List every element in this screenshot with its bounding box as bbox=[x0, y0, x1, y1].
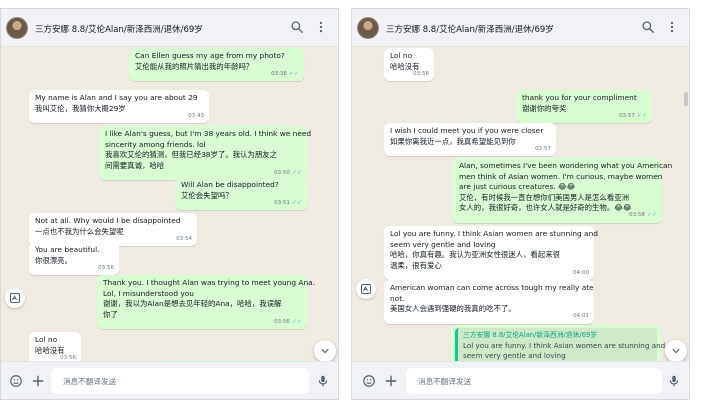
chat-panel-left: 三方安娜 8.8/艾伦Alan/新泽西洲/退休/69岁 Can Ellen gu… bbox=[0, 8, 339, 400]
kebab-menu-icon[interactable] bbox=[314, 20, 328, 34]
message-time: 03:54 bbox=[176, 235, 192, 242]
message-text: 谢谢，我以为Alan是想去见年轻的Ana，哈哈，我误解 bbox=[103, 299, 282, 308]
translate-icon bbox=[361, 284, 371, 294]
message-bubble[interactable]: thank you for your compliment 谢谢你的夸奖 03:… bbox=[516, 90, 652, 123]
translate-icon bbox=[10, 293, 20, 303]
translate-button[interactable] bbox=[356, 279, 376, 299]
message-text: American woman can come across tough my … bbox=[390, 283, 594, 292]
message-bubble[interactable]: Thank you. I thought Alan was trying to … bbox=[97, 275, 316, 329]
message-text: 间需要真诚，哈哈 bbox=[105, 160, 165, 170]
scroll-down-button[interactable] bbox=[314, 340, 336, 362]
emoji-icon[interactable] bbox=[362, 374, 376, 388]
message-bubble[interactable]: You are beautiful. 你很漂亮。 03:56 bbox=[29, 242, 119, 275]
chat-panel-right: 三方安娜 8.8/艾伦Alan/新泽西洲/退休/69岁 Lol no 哈哈没有 … bbox=[351, 8, 690, 400]
message-text: I like Alan's guess, but I'm 38 years ol… bbox=[105, 129, 312, 138]
contact-avatar[interactable] bbox=[357, 17, 379, 39]
message-text: Will Alan be disappointed? bbox=[181, 180, 279, 189]
contact-name[interactable]: 三方安娜 8.8/艾伦Alan/新泽西洲/退休/69岁 bbox=[35, 23, 203, 35]
quoted-text: Lol you are funny. I think Asian women a… bbox=[463, 340, 666, 350]
read-ticks-icon: ✓✓ bbox=[291, 317, 302, 325]
plus-icon[interactable] bbox=[384, 374, 398, 388]
message-text: My name is Alan and I say you are about … bbox=[35, 93, 198, 102]
microphone-icon[interactable] bbox=[667, 374, 681, 388]
read-ticks-icon: ✓✓ bbox=[636, 111, 647, 119]
chevron-down-icon bbox=[672, 348, 680, 354]
message-time: 03:57 ✓✓ bbox=[619, 111, 647, 119]
read-ticks-icon: ✓✓ bbox=[291, 198, 302, 206]
chat-header: 三方安娜 8.8/艾伦Alan/新泽西洲/退休/69岁 bbox=[352, 9, 689, 47]
composer-bar bbox=[1, 361, 338, 399]
message-text: Can Ellen guess my age from my photo? bbox=[135, 51, 285, 60]
message-time: 03:56 bbox=[413, 70, 429, 77]
message-text: Lol no bbox=[390, 51, 413, 60]
microphone-icon[interactable] bbox=[316, 374, 330, 388]
message-time: 03:56 ✓✓ bbox=[274, 317, 302, 325]
message-bubble[interactable]: My name is Alan and I say you are about … bbox=[29, 90, 209, 123]
composer-bar bbox=[352, 361, 689, 399]
message-input[interactable] bbox=[406, 368, 662, 394]
message-bubble[interactable]: Lol no 哈哈没有 03:56 bbox=[384, 48, 434, 81]
quoted-text: seem very gentle and loving bbox=[463, 351, 566, 360]
search-icon[interactable] bbox=[290, 20, 304, 34]
read-ticks-icon: ✓✓ bbox=[288, 69, 299, 77]
message-bubble[interactable]: Alan, sometimes I've been wondering what… bbox=[453, 158, 673, 223]
message-bubble[interactable]: Lol you are funny. I think Asian women a… bbox=[384, 226, 598, 280]
message-list[interactable]: Can Ellen guess my age from my photo? 艾伦… bbox=[1, 48, 338, 372]
read-ticks-icon: ✓✓ bbox=[291, 168, 302, 176]
message-text: Thank you. I thought Alan was trying to … bbox=[103, 278, 316, 287]
plus-icon[interactable] bbox=[31, 374, 45, 388]
message-text: 女人的，我很好奇，也许女人就是好奇的生物。😂😂 bbox=[459, 203, 632, 212]
message-text: Lol no bbox=[35, 335, 58, 344]
message-time: 04:01 bbox=[573, 313, 589, 319]
message-text: 美国女人会遇到强硬的我真的吃不了。 bbox=[390, 304, 516, 313]
message-time: 03:43 bbox=[188, 112, 204, 119]
message-text: Lol you are funny. I think Asian women a… bbox=[390, 229, 598, 238]
message-time: 03:58 ✓✓ bbox=[629, 211, 657, 218]
message-text: Not at all. Why would I be disappointed bbox=[35, 216, 181, 225]
emoji-icon[interactable] bbox=[9, 374, 23, 388]
message-bubble[interactable]: I like Alan's guess, but I'm 38 years ol… bbox=[99, 126, 312, 180]
chat-header: 三方安娜 8.8/艾伦Alan/新泽西洲/退休/69岁 bbox=[1, 9, 338, 47]
message-text: Alan, sometimes I've been wondering what… bbox=[459, 161, 673, 170]
message-bubble[interactable]: American woman can come across tough my … bbox=[384, 280, 594, 324]
message-text: 我喜欢艾伦的猜测，但我已经38岁了。我认为朋友之 bbox=[105, 150, 278, 159]
translate-button[interactable] bbox=[5, 288, 25, 308]
message-text: men think of Asian women. I'm curious, m… bbox=[459, 171, 663, 181]
message-input[interactable] bbox=[51, 368, 309, 394]
read-ticks-icon: ✓✓ bbox=[646, 211, 657, 218]
message-list[interactable]: Lol no 哈哈没有 03:56 thank you for your com… bbox=[352, 48, 689, 370]
message-text: seem very gentle and loving bbox=[390, 239, 496, 249]
message-text: not. bbox=[390, 293, 405, 303]
message-time: 03:56 bbox=[98, 264, 114, 271]
message-text: I wish I could meet you if you were clos… bbox=[390, 126, 544, 135]
message-text: Lol, I misunderstood you bbox=[103, 288, 194, 298]
message-text: 哈哈，你真有趣。我认为亚洲女性很迷人，看起来很 bbox=[390, 250, 560, 259]
contact-avatar[interactable] bbox=[6, 17, 28, 39]
message-bubble[interactable]: I wish I could meet you if you were clos… bbox=[384, 123, 556, 156]
search-icon[interactable] bbox=[641, 20, 655, 34]
kebab-menu-icon[interactable] bbox=[665, 20, 679, 34]
message-bubble[interactable]: Can Ellen guess my age from my photo? 艾伦… bbox=[129, 48, 304, 81]
scrollbar-thumb[interactable] bbox=[684, 92, 688, 106]
message-time: 03:51 ✓✓ bbox=[274, 198, 302, 206]
message-text: 温柔，很有爱心 bbox=[390, 260, 442, 270]
message-text: 一点也不我为什么会失望呢 bbox=[35, 226, 124, 236]
message-text: thank you for your compliment bbox=[522, 93, 637, 102]
chevron-down-icon bbox=[321, 348, 329, 354]
quoted-message[interactable]: 三方安娜 8.8/艾伦Alan/新泽西洲/退休/69岁 Lol you are … bbox=[455, 328, 666, 364]
scroll-down-button[interactable] bbox=[665, 340, 687, 362]
message-bubble[interactable]: Will Alan be disappointed? 艾伦会失望吗？ 03:51… bbox=[175, 177, 307, 210]
message-text: You are beautiful. bbox=[35, 245, 100, 254]
message-text: sincerity among friends. lol bbox=[105, 139, 206, 149]
message-time: 03:38 ✓✓ bbox=[271, 69, 299, 77]
message-time: 04:00 bbox=[573, 269, 589, 276]
message-text: 艾伦，有时候我一直在想你们美国男人是怎么看亚洲 bbox=[459, 192, 629, 202]
message-text: 你了 bbox=[103, 309, 118, 319]
message-text: 如果你离我近一点，我真希望能见到你 bbox=[390, 136, 516, 146]
quoted-author: 三方安娜 8.8/艾伦Alan/新泽西洲/退休/69岁 bbox=[463, 331, 598, 339]
message-text: 我叫艾伦，我猜你大概29岁 bbox=[35, 103, 126, 113]
message-text: are just curious creatures. 😂😂 bbox=[459, 182, 576, 191]
message-time: 03:57 bbox=[535, 145, 551, 152]
contact-name[interactable]: 三方安娜 8.8/艾伦Alan/新泽西洲/退休/69岁 bbox=[386, 23, 554, 35]
